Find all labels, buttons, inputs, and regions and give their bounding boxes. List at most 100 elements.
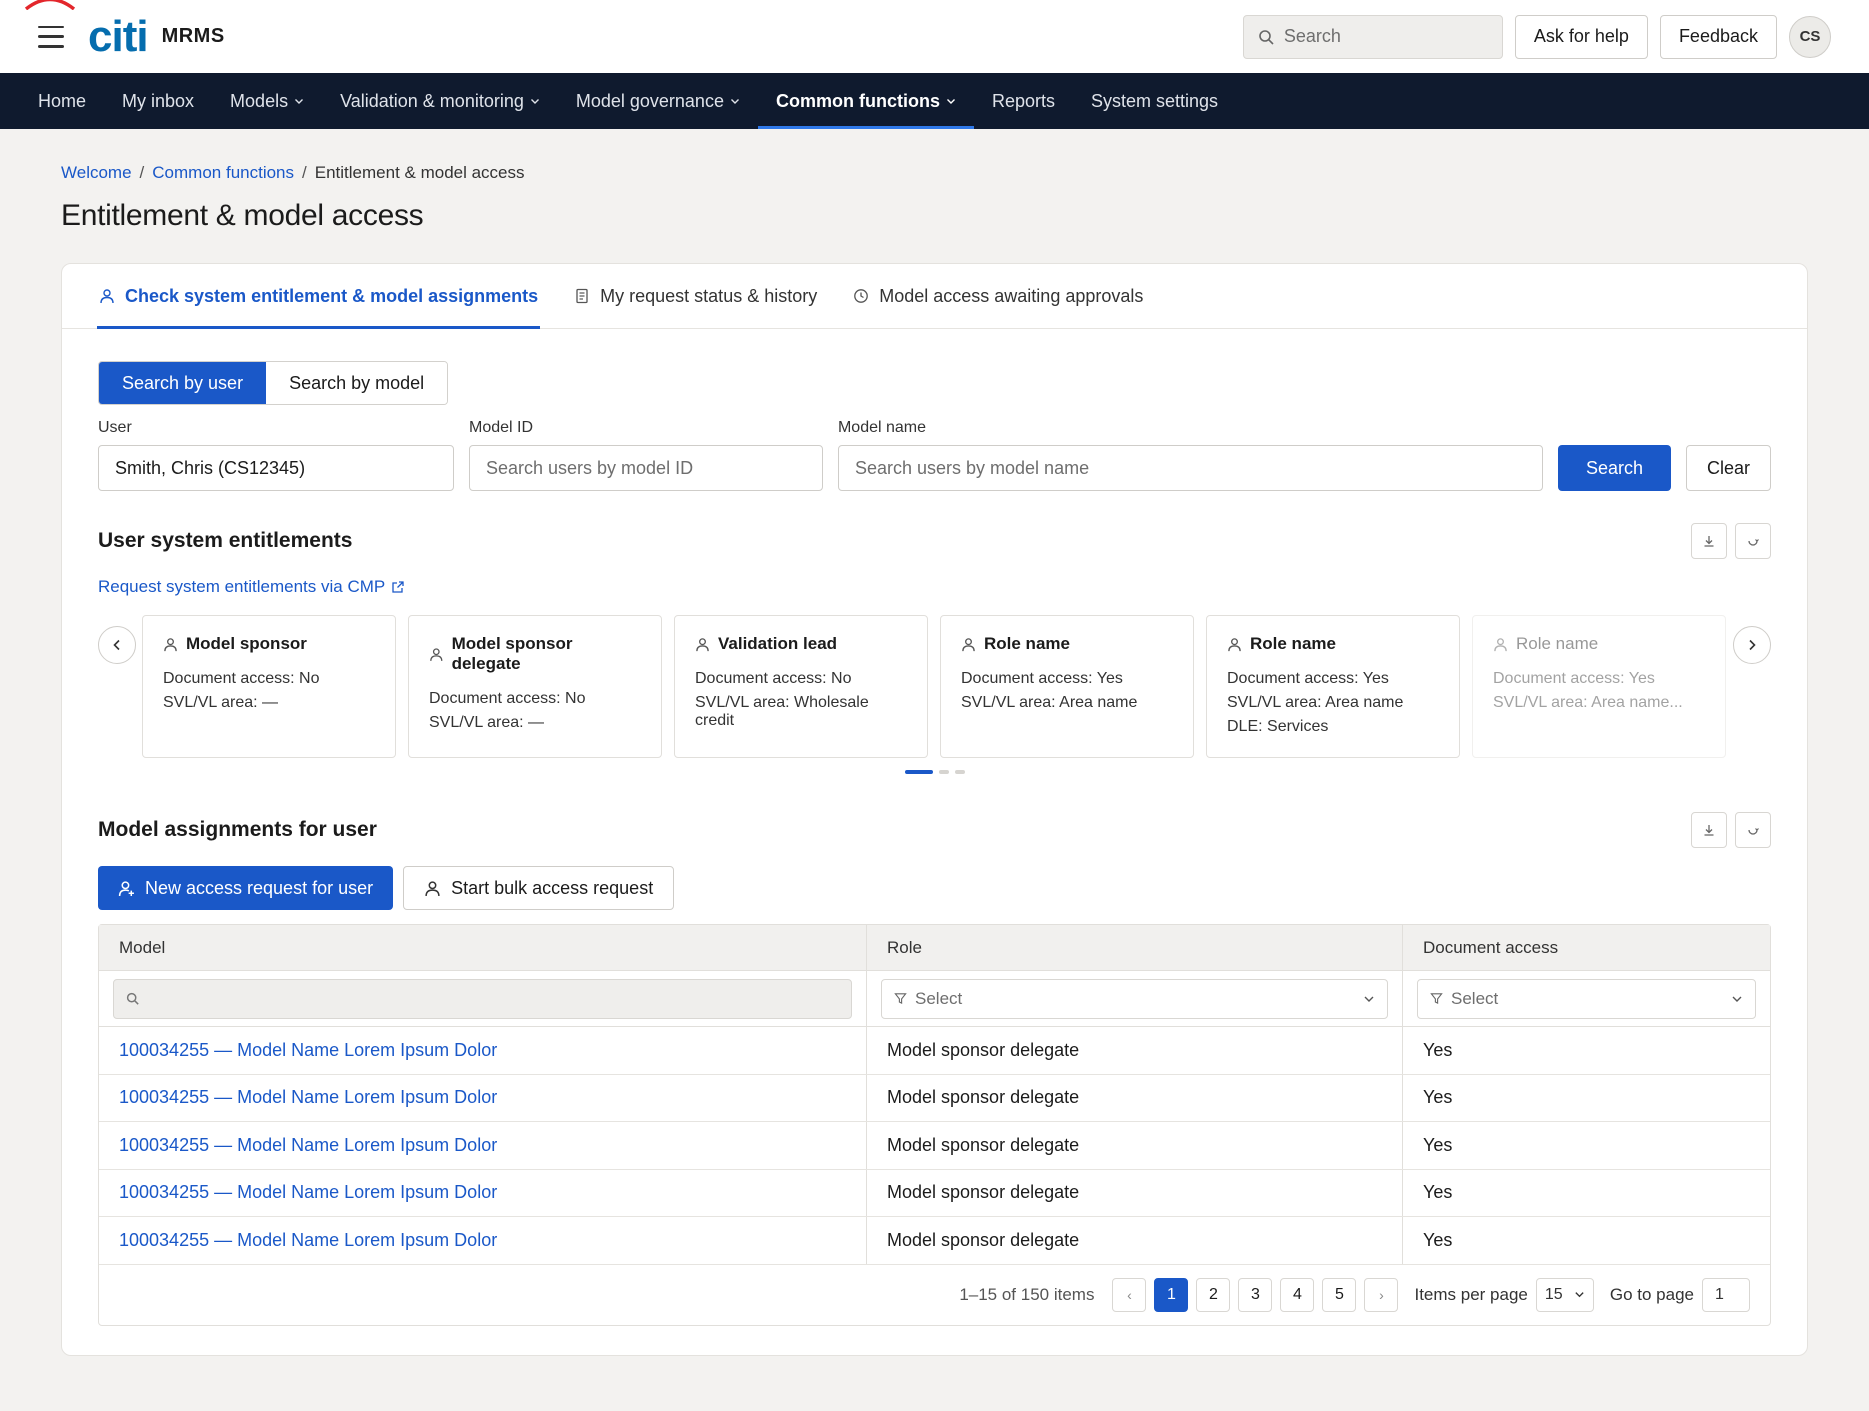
model-link[interactable]: 100034255 — Model Name Lorem Ipsum Dolor bbox=[119, 1040, 497, 1061]
nav-common-functions[interactable]: Common functions bbox=[757, 73, 974, 129]
breadcrumb-welcome[interactable]: Welcome bbox=[61, 163, 132, 183]
nav-models[interactable]: Models bbox=[212, 73, 322, 129]
document-access-filter-select[interactable]: Select bbox=[1417, 978, 1756, 1019]
global-search-input[interactable]: Search bbox=[1242, 14, 1503, 59]
entitlement-document-access: Document access: Yes bbox=[1227, 670, 1389, 687]
nav-reports[interactable]: Reports bbox=[974, 73, 1073, 129]
assignments-title: Model assignments for user bbox=[98, 818, 377, 841]
entitlement-role-name: Role name bbox=[1250, 634, 1336, 653]
user-icon bbox=[425, 880, 440, 896]
refresh-button[interactable] bbox=[1735, 523, 1771, 559]
model-link[interactable]: 100034255 — Model Name Lorem Ipsum Dolor bbox=[119, 1182, 497, 1203]
page-button[interactable]: 4 bbox=[1280, 1277, 1315, 1312]
page-button[interactable]: 2 bbox=[1196, 1277, 1231, 1312]
column-header-role[interactable]: Role bbox=[867, 925, 1403, 970]
user-icon bbox=[164, 637, 177, 651]
model-link[interactable]: 100034255 — Model Name Lorem Ipsum Dolor bbox=[119, 1135, 497, 1156]
tab-check-entitlement[interactable]: Check system entitlement & model assignm… bbox=[96, 264, 541, 329]
citi-logo[interactable]: citi bbox=[24, 0, 149, 59]
user-label: User bbox=[98, 419, 132, 436]
breadcrumb-separator: / bbox=[302, 163, 307, 182]
tab-awaiting-approvals[interactable]: Model access awaiting approvals bbox=[853, 264, 1143, 328]
chevron-down-icon bbox=[730, 99, 739, 104]
refresh-button[interactable] bbox=[1735, 812, 1771, 848]
nav-model-governance[interactable]: Model governance bbox=[558, 73, 758, 129]
request-entitlements-link[interactable]: Request system entitlements via CMP bbox=[98, 577, 1771, 597]
user-icon bbox=[1228, 637, 1241, 651]
nav-validation-monitoring[interactable]: Validation & monitoring bbox=[322, 73, 558, 129]
role-cell: Model sponsor delegate bbox=[867, 1217, 1403, 1264]
user-icon bbox=[962, 637, 975, 651]
document-access-filter-placeholder: Select bbox=[1451, 988, 1499, 1008]
feedback-button[interactable]: Feedback bbox=[1659, 14, 1777, 59]
nav-system-settings[interactable]: System settings bbox=[1073, 73, 1236, 129]
table-filter-row: Select Select bbox=[99, 971, 1770, 1027]
download-button[interactable] bbox=[1691, 523, 1727, 559]
model-filter-input[interactable] bbox=[113, 978, 852, 1019]
bulk-access-request-button[interactable]: Start bulk access request bbox=[403, 866, 675, 910]
model-name-input[interactable]: Search users by model name bbox=[837, 445, 1543, 491]
model-id-input[interactable]: Search users by model ID bbox=[468, 445, 823, 491]
entitlements-title: User system entitlements bbox=[98, 529, 353, 552]
page-title: Entitlement & model access bbox=[61, 199, 424, 232]
column-header-document-access[interactable]: Document access bbox=[1403, 925, 1770, 970]
download-icon bbox=[1704, 536, 1714, 547]
tab-awaiting-approvals-label: Model access awaiting approvals bbox=[879, 285, 1144, 306]
nav-my-inbox[interactable]: My inbox bbox=[104, 73, 212, 129]
role-filter-select[interactable]: Select bbox=[881, 978, 1388, 1019]
table-row: 100034255 — Model Name Lorem Ipsum Dolor… bbox=[99, 1122, 1770, 1170]
clear-button[interactable]: Clear bbox=[1685, 445, 1771, 491]
tab-check-entitlement-label: Check system entitlement & model assignm… bbox=[125, 285, 539, 306]
breadcrumb-common-functions[interactable]: Common functions bbox=[152, 163, 294, 183]
carousel-prev-button[interactable] bbox=[98, 626, 136, 664]
carousel-dot[interactable] bbox=[954, 770, 965, 774]
model-link[interactable]: 100034255 — Model Name Lorem Ipsum Dolor bbox=[119, 1087, 497, 1108]
user-icon bbox=[696, 637, 709, 651]
top-bar: citi MRMS Search Ask for help Feedback C… bbox=[0, 0, 1869, 73]
next-page-button[interactable]: › bbox=[1364, 1277, 1399, 1312]
search-button[interactable]: Search bbox=[1557, 445, 1671, 491]
carousel-dot[interactable] bbox=[938, 770, 949, 774]
bulk-access-request-label: Start bulk access request bbox=[451, 877, 654, 898]
page-button[interactable]: 3 bbox=[1238, 1277, 1273, 1312]
chevron-down-icon bbox=[1575, 1292, 1584, 1298]
entitlement-card: Role name Document access: Yes SVL/VL ar… bbox=[940, 615, 1194, 758]
user-icon bbox=[1494, 637, 1507, 651]
prev-page-button[interactable]: ‹ bbox=[1112, 1277, 1147, 1312]
assignment-actions: New access request for user Start bulk a… bbox=[98, 866, 1771, 910]
table-row: 100034255 — Model Name Lorem Ipsum Dolor… bbox=[99, 1074, 1770, 1122]
user-avatar[interactable]: CS bbox=[1789, 15, 1831, 58]
column-header-model[interactable]: Model bbox=[99, 925, 867, 970]
download-button[interactable] bbox=[1691, 812, 1727, 848]
model-link[interactable]: 100034255 — Model Name Lorem Ipsum Dolor bbox=[119, 1230, 497, 1251]
new-access-request-button[interactable]: New access request for user bbox=[98, 866, 394, 910]
chevron-down-icon bbox=[295, 99, 304, 104]
search-by-model-button[interactable]: Search by model bbox=[266, 362, 448, 404]
breadcrumb-separator: / bbox=[139, 163, 145, 182]
nav-home[interactable]: Home bbox=[20, 73, 104, 129]
nav-system-settings-label: System settings bbox=[1091, 90, 1219, 111]
items-per-page-select[interactable]: 15 bbox=[1535, 1277, 1594, 1312]
document-access-cell: Yes bbox=[1423, 1087, 1453, 1108]
go-to-page-input[interactable]: 1 bbox=[1702, 1277, 1750, 1312]
entitlement-role-name: Role name bbox=[984, 634, 1070, 653]
menu-icon[interactable] bbox=[38, 25, 64, 48]
search-by-user-button[interactable]: Search by user bbox=[99, 362, 267, 404]
tab-request-status[interactable]: My request status & history bbox=[574, 264, 817, 328]
user-input[interactable]: Smith, Chris (CS12345) bbox=[98, 445, 454, 491]
logo-arc-icon bbox=[24, 0, 76, 10]
entitlement-area: SVL/VL area: — bbox=[429, 714, 545, 731]
carousel-next-button[interactable] bbox=[1733, 626, 1771, 664]
entitlement-area: SVL/VL area: Wholesale credit bbox=[695, 694, 869, 729]
page-button[interactable]: 1 bbox=[1154, 1277, 1189, 1312]
page-button[interactable]: 5 bbox=[1322, 1277, 1357, 1312]
entitlement-area: SVL/VL area: Area name bbox=[1227, 694, 1404, 711]
entitlement-area: SVL/VL area: Area name... bbox=[1493, 694, 1683, 711]
entitlement-document-access: Document access: No bbox=[695, 670, 852, 687]
entitlement-role-name: Model sponsor bbox=[186, 634, 307, 653]
request-entitlements-link-label: Request system entitlements via CMP bbox=[98, 577, 386, 596]
role-filter-placeholder: Select bbox=[915, 988, 963, 1008]
role-cell: Model sponsor delegate bbox=[867, 1074, 1403, 1121]
carousel-dot[interactable] bbox=[904, 770, 933, 774]
ask-for-help-button[interactable]: Ask for help bbox=[1514, 14, 1648, 59]
